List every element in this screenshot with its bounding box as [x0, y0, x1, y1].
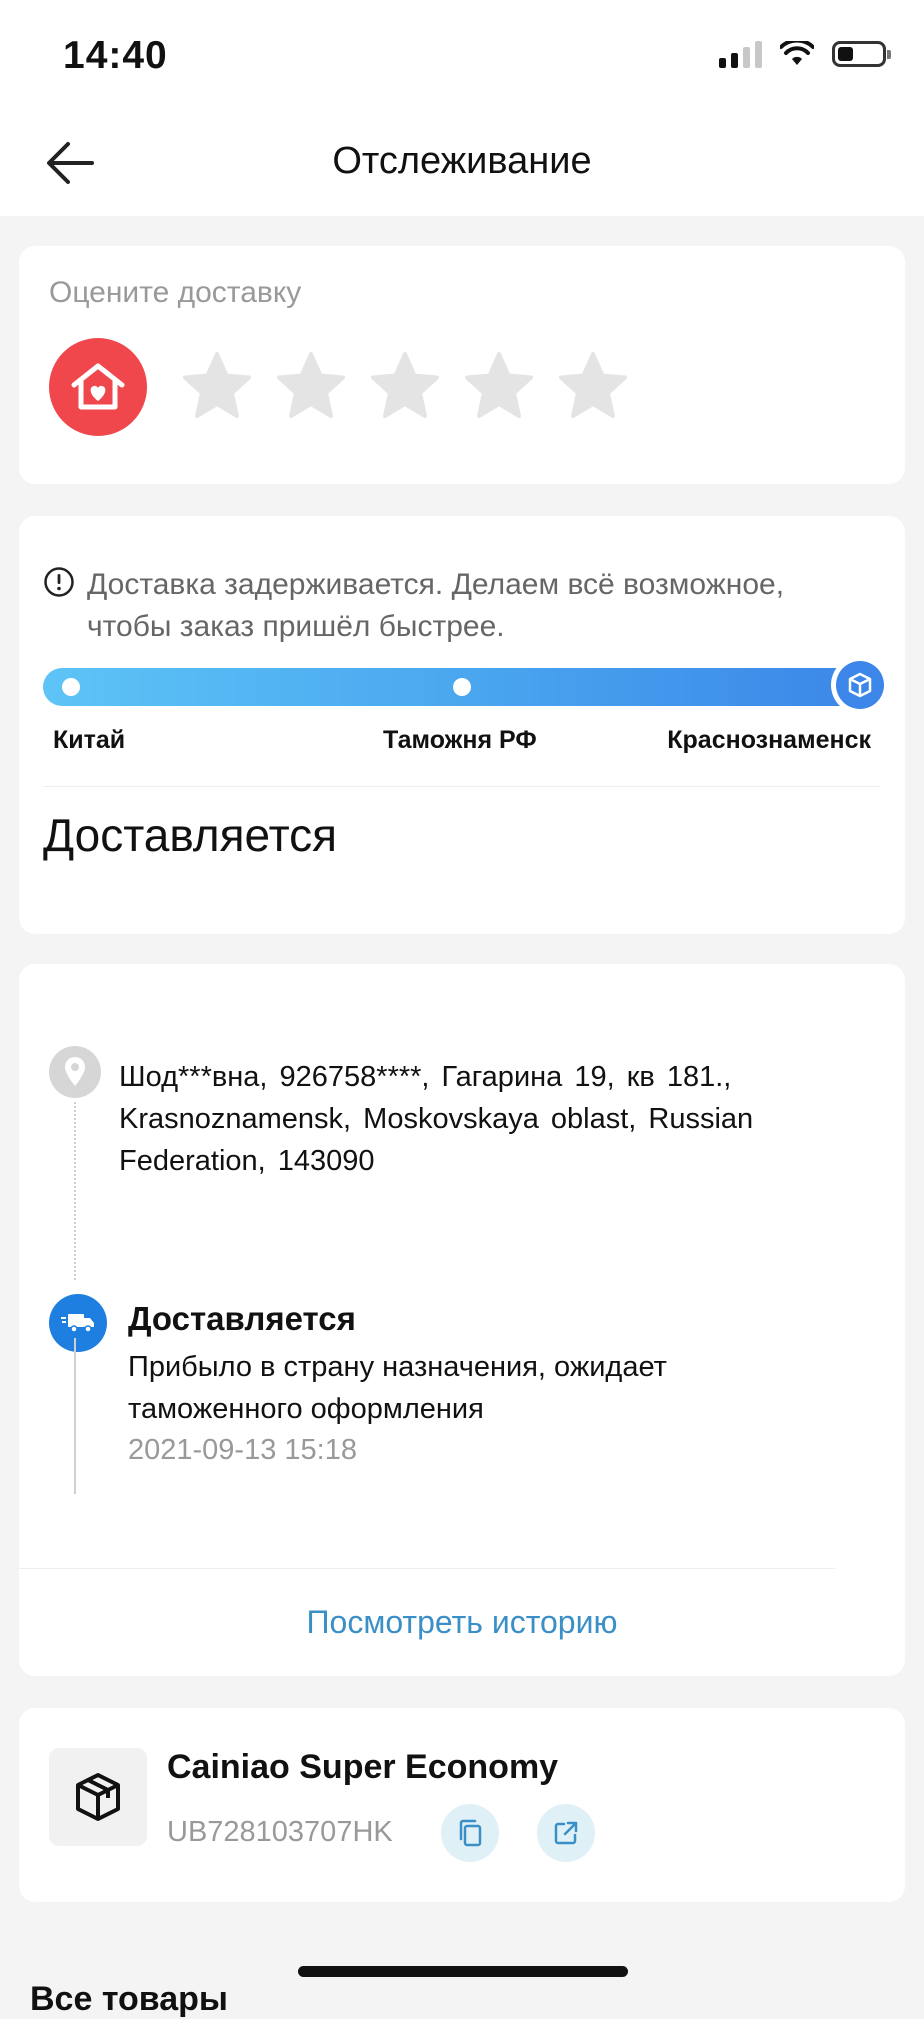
- nav-bar: Отслеживание: [0, 110, 924, 216]
- divider: [19, 1568, 835, 1569]
- external-link-icon: [554, 1821, 578, 1845]
- rate-delivery-title: Оцените доставку: [49, 276, 302, 309]
- timeline-line: [74, 1338, 76, 1494]
- event-description: Прибыло в страну назначения, ожидает там…: [128, 1351, 667, 1425]
- carrier-card: Cainiao Super Economy UB728103707HK: [19, 1708, 905, 1902]
- stage-label-china: Китай: [53, 726, 126, 754]
- timeline-line: [74, 1102, 76, 1280]
- battery-icon: [832, 41, 891, 67]
- star-icon[interactable]: [275, 350, 347, 422]
- stage-label-destination: Краснознаменск: [667, 726, 871, 754]
- star-icon[interactable]: [463, 350, 535, 422]
- home-heart-icon: [49, 338, 147, 436]
- delay-warning: Доставка задерживается. Делаем всё возмо…: [43, 564, 863, 648]
- tracking-card: Шод***вна, 926758****, Гагарина 19, кв 1…: [19, 964, 905, 1676]
- copy-icon: [459, 1819, 482, 1847]
- copy-tracking-button[interactable]: [441, 1804, 499, 1862]
- delivery-status-text: Доставляется: [43, 809, 338, 861]
- view-history-link[interactable]: Посмотреть историю: [19, 1604, 905, 1641]
- location-pin-icon: [49, 1046, 101, 1098]
- box-icon: [49, 1748, 147, 1846]
- event-timestamp: 2021-09-13 15:18: [128, 1434, 357, 1466]
- stage-label-customs: Таможня РФ: [383, 726, 537, 754]
- rate-delivery-card: Оцените доставку: [19, 246, 905, 484]
- delivery-progress-bar: [43, 656, 889, 714]
- star-rating: [181, 350, 629, 422]
- progress-dot-customs: [453, 678, 471, 696]
- signal-icon: [719, 40, 762, 68]
- status-icons: [719, 40, 891, 68]
- status-bar: 14:40: [0, 0, 924, 110]
- package-icon: [848, 672, 872, 698]
- delivery-status-card: Доставка задерживается. Делаем всё возмо…: [19, 516, 905, 934]
- open-tracking-button[interactable]: [537, 1804, 595, 1862]
- home-indicator[interactable]: [298, 1966, 628, 1977]
- page-title: Отслеживание: [332, 140, 592, 182]
- truck-icon: [49, 1294, 107, 1352]
- progress-dot-china: [62, 678, 80, 696]
- exclamation-circle-icon: [44, 567, 74, 597]
- status-time: 14:40: [63, 34, 168, 77]
- star-icon[interactable]: [369, 350, 441, 422]
- carrier-name: Cainiao Super Economy: [167, 1748, 559, 1786]
- delivery-address: Шод***вна, 926758****, Гагарина 19, кв 1…: [119, 1061, 754, 1177]
- progress-current-stage: [831, 656, 889, 714]
- star-icon[interactable]: [557, 350, 629, 422]
- wifi-icon: [780, 41, 814, 65]
- event-title: Доставляется: [128, 1300, 356, 1337]
- star-icon[interactable]: [181, 350, 253, 422]
- tracking-number: UB728103707HK: [167, 1816, 393, 1848]
- divider: [43, 786, 881, 787]
- delay-warning-text: Доставка задерживается. Делаем всё возмо…: [87, 568, 785, 643]
